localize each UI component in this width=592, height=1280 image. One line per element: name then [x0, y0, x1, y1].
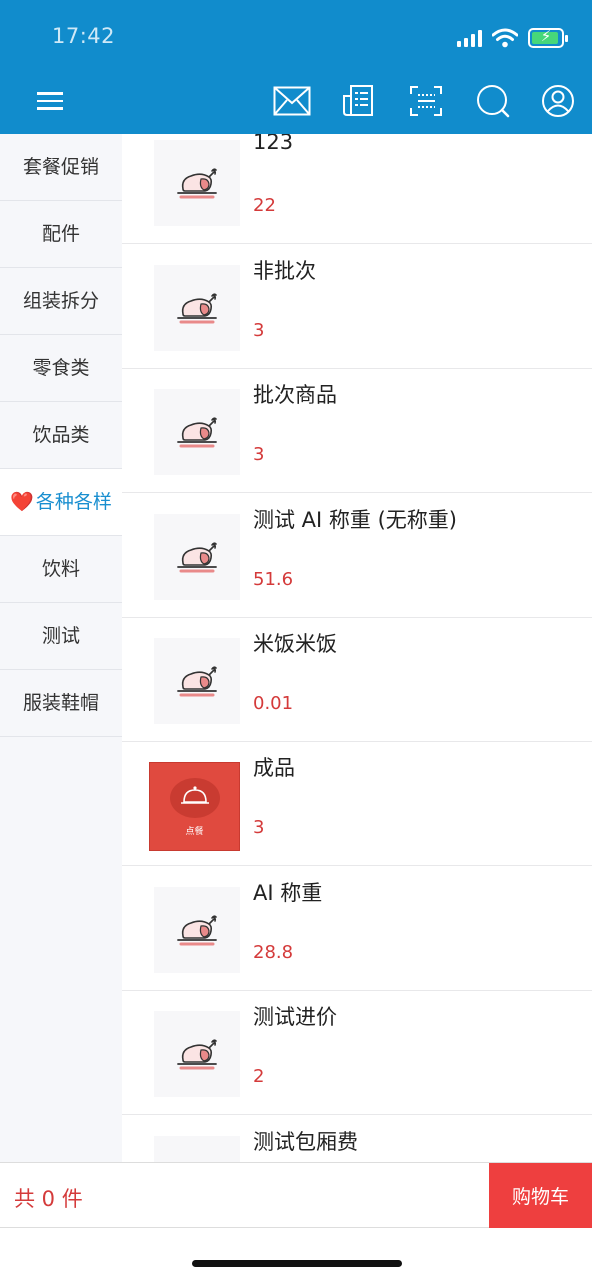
- scan-button[interactable]: [408, 82, 444, 120]
- roast-chicken-icon: [176, 1038, 218, 1070]
- category-sidebar: 套餐促销 配件 组装拆分 零食类 饮品类 ❤️ 各种各样 饮料 测试 服装鞋帽: [0, 134, 122, 1162]
- menu-icon: [37, 87, 63, 115]
- product-image-caption: 点餐: [185, 827, 204, 837]
- category-label: 饮料: [41, 557, 80, 580]
- roast-chicken-icon: [176, 416, 218, 448]
- product-list: 123 22 非批次 3 批次商品 3 测试 AI 称重 (无称重) 51.6 …: [122, 134, 592, 1162]
- product-image: [154, 389, 240, 475]
- search-icon: [477, 85, 510, 118]
- wifi-icon: [492, 28, 518, 48]
- product-price: 28.8: [253, 942, 294, 963]
- product-price: 22: [253, 195, 276, 216]
- dining-cloche-icon: [169, 778, 220, 818]
- product-row[interactable]: AI 称重 28.8: [122, 867, 592, 991]
- product-name: 非批次: [253, 259, 316, 283]
- product-row[interactable]: 批次商品 3: [122, 369, 592, 493]
- product-name: 测试 AI 称重 (无称重): [253, 508, 457, 532]
- category-label: 服装鞋帽: [22, 691, 99, 714]
- category-label: 饮品类: [32, 423, 90, 446]
- product-row[interactable]: 非批次 3: [122, 245, 592, 369]
- search-button[interactable]: [474, 82, 512, 120]
- heart-icon: ❤️: [10, 490, 34, 513]
- category-item[interactable]: 服装鞋帽: [0, 670, 122, 737]
- category-item[interactable]: 测试: [0, 603, 122, 670]
- product-price: 3: [253, 817, 265, 838]
- user-icon: [542, 85, 574, 117]
- category-item[interactable]: 套餐促销: [0, 134, 122, 201]
- menu-button[interactable]: [36, 82, 64, 120]
- product-price: 3: [253, 320, 265, 341]
- roast-chicken-icon: [176, 541, 218, 573]
- product-row[interactable]: 123 22: [122, 134, 592, 244]
- cart-button[interactable]: 购物车: [489, 1163, 592, 1228]
- roast-chicken-icon: [176, 914, 218, 946]
- mail-icon: [273, 86, 311, 116]
- roast-chicken-icon: [176, 167, 218, 199]
- receipt-icon: [343, 85, 373, 116]
- status-time: 17:42: [52, 24, 116, 48]
- category-item[interactable]: 饮料: [0, 536, 122, 603]
- product-price: 0.01: [253, 693, 294, 714]
- product-name: AI 称重: [253, 881, 323, 905]
- product-price: 51.6: [253, 569, 294, 590]
- product-price: 2: [253, 1066, 265, 1087]
- product-row[interactable]: 点餐 成品 3: [122, 742, 592, 866]
- product-row[interactable]: 测试包厢费: [122, 1116, 592, 1162]
- category-item[interactable]: 组装拆分: [0, 268, 122, 335]
- product-image: [154, 265, 240, 351]
- product-name: 米饭米饭: [253, 632, 337, 656]
- category-item[interactable]: 饮品类: [0, 402, 122, 469]
- product-name: 成品: [253, 756, 295, 780]
- category-label: 配件: [41, 222, 80, 245]
- product-name: 123: [253, 134, 294, 154]
- product-image: [154, 1136, 240, 1162]
- category-label: 组装拆分: [22, 289, 99, 312]
- cellular-signal-icon: [457, 29, 482, 47]
- app-header: 17:42 ⚡: [0, 0, 592, 134]
- product-image: [154, 887, 240, 973]
- product-row[interactable]: 测试 AI 称重 (无称重) 51.6: [122, 494, 592, 618]
- product-price: 3: [253, 444, 265, 465]
- category-item-active[interactable]: ❤️ 各种各样: [0, 469, 122, 536]
- orders-button[interactable]: [340, 82, 376, 120]
- battery-icon: ⚡: [528, 27, 568, 48]
- product-image: [154, 638, 240, 724]
- cart-bar: 共 0 件 购物车: [0, 1162, 592, 1228]
- category-item[interactable]: 配件: [0, 201, 122, 268]
- product-name: 批次商品: [253, 383, 337, 407]
- product-row[interactable]: 测试进价 2: [122, 991, 592, 1115]
- product-image: [154, 1011, 240, 1097]
- product-name: 测试包厢费: [253, 1130, 358, 1154]
- product-image: 点餐: [149, 762, 240, 851]
- category-label: 套餐促销: [22, 155, 99, 178]
- category-label: 零食类: [32, 356, 90, 379]
- category-label: 测试: [41, 624, 80, 647]
- messages-button[interactable]: [272, 82, 312, 120]
- product-name: 测试进价: [253, 1005, 337, 1029]
- profile-button[interactable]: [540, 82, 576, 120]
- roast-chicken-icon: [176, 292, 218, 324]
- cart-item-count: 共 0 件: [14, 1187, 83, 1211]
- barcode-scan-icon: [410, 86, 442, 116]
- status-icons: ⚡: [457, 24, 568, 52]
- category-label: 各种各样: [35, 490, 112, 513]
- product-image: [154, 514, 240, 600]
- roast-chicken-icon: [176, 665, 218, 697]
- product-image: [154, 140, 240, 226]
- product-row[interactable]: 米饭米饭 0.01: [122, 618, 592, 742]
- home-indicator: [192, 1260, 402, 1267]
- category-item[interactable]: 零食类: [0, 335, 122, 402]
